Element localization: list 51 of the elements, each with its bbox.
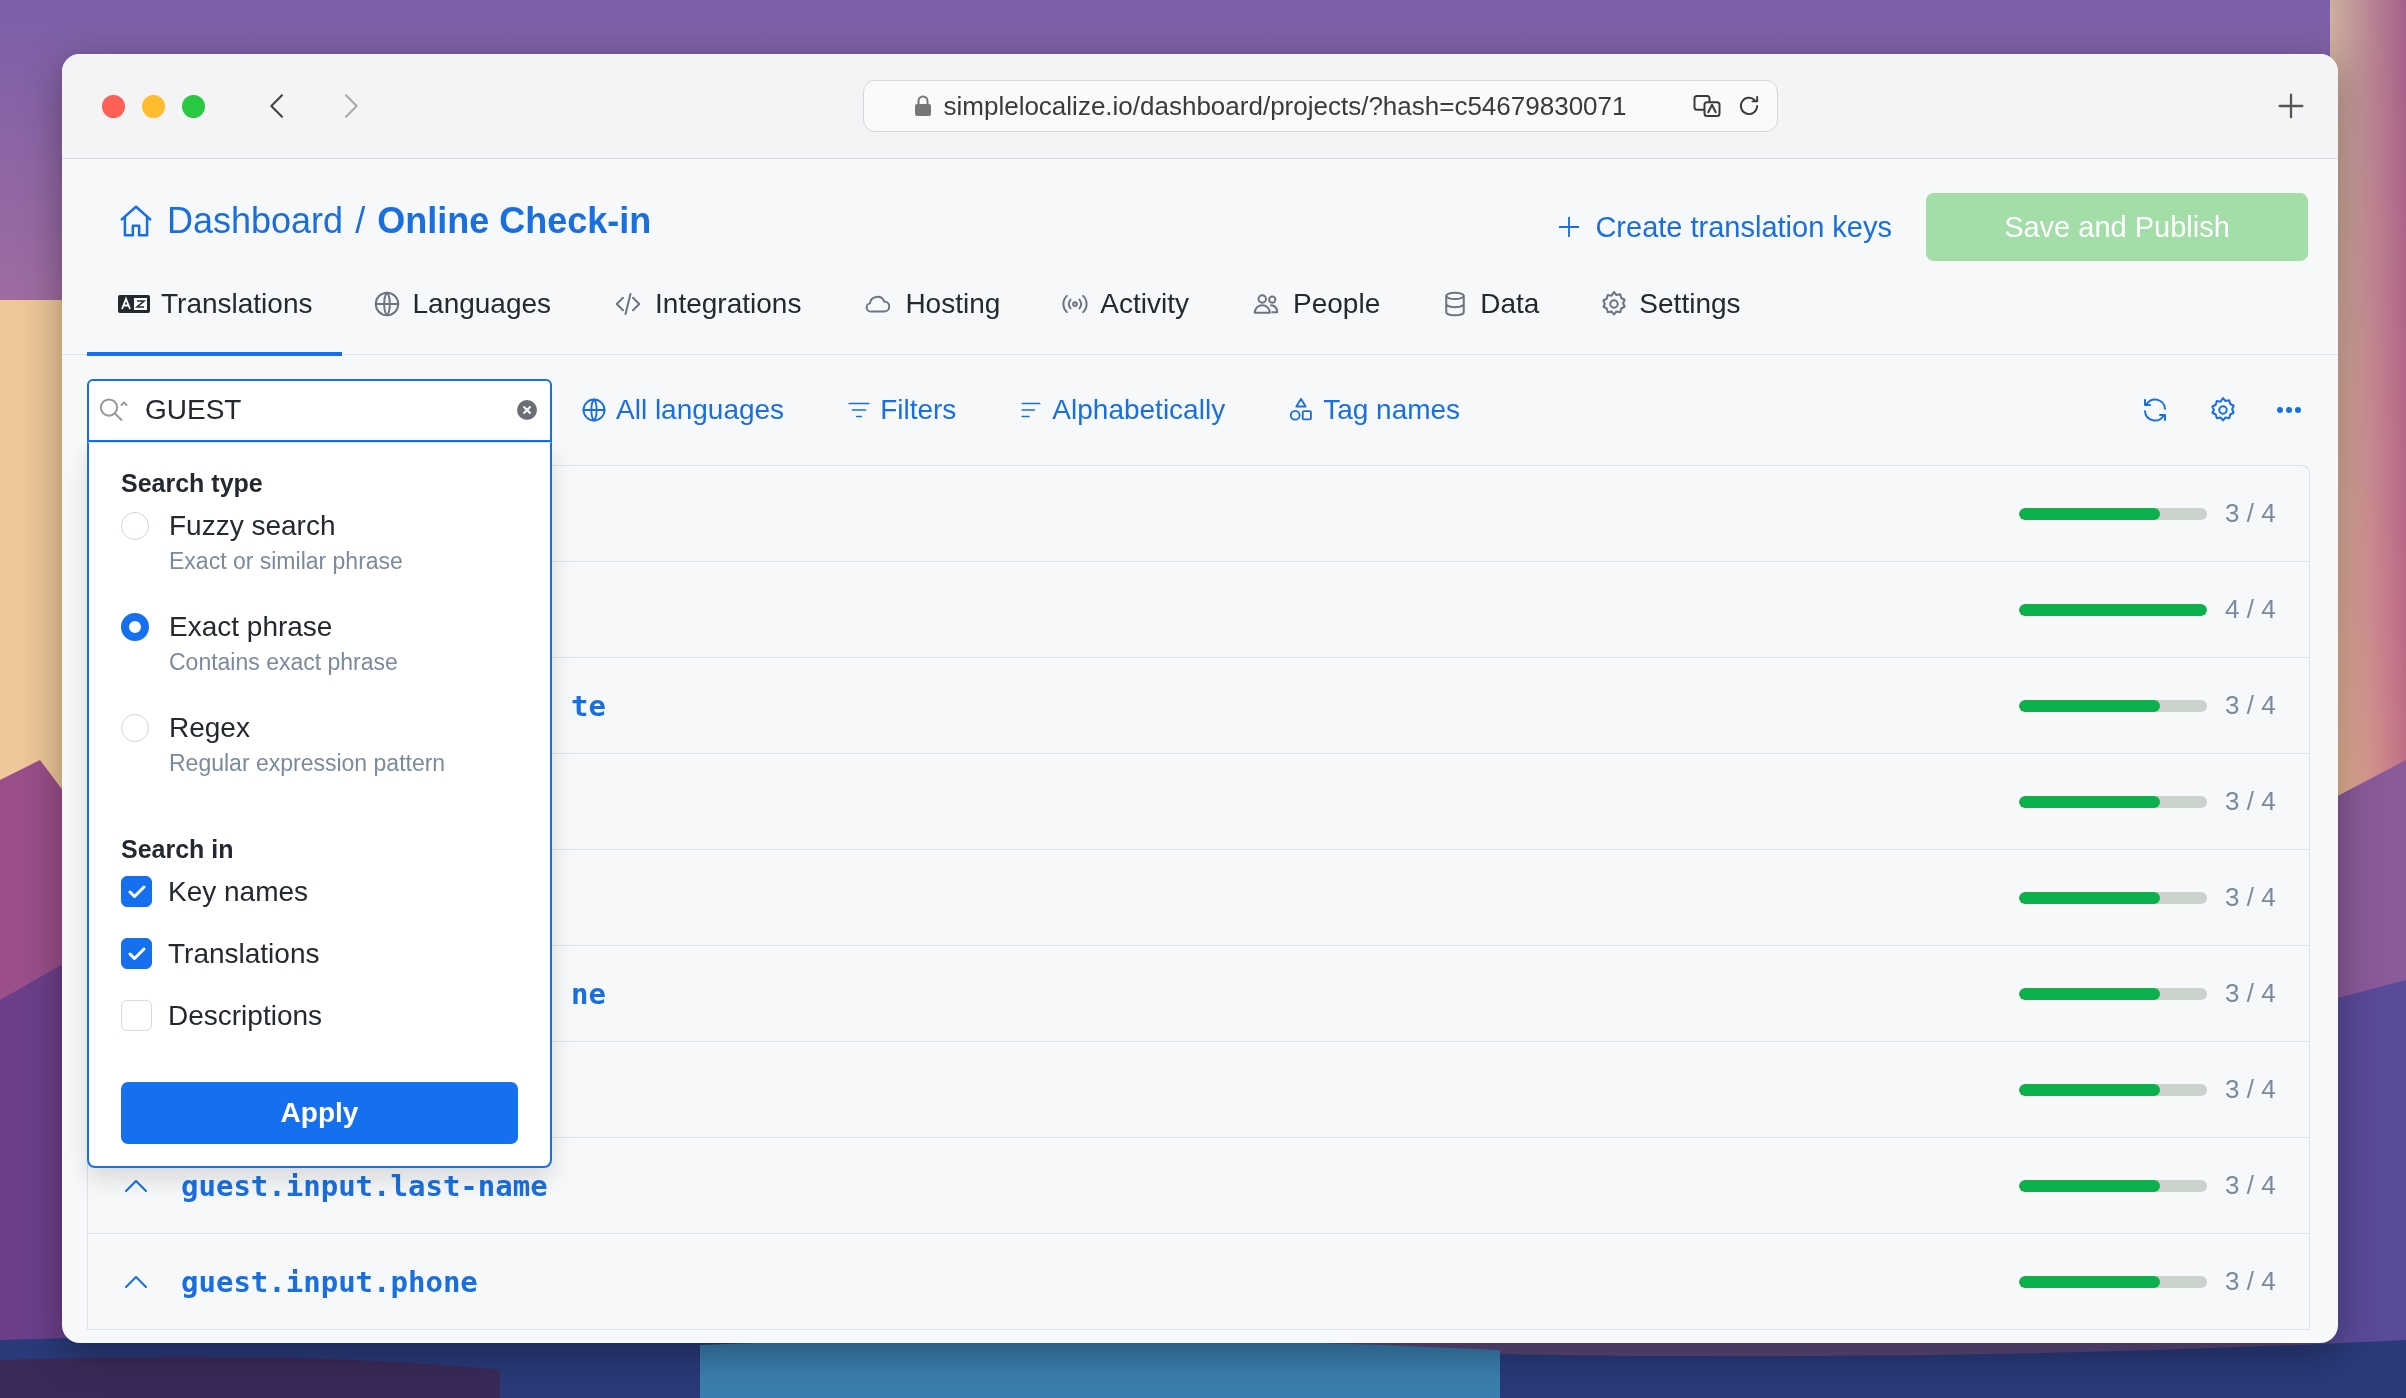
project-title: Online Check-in — [377, 200, 652, 242]
globe-icon — [580, 396, 608, 424]
search-type-option[interactable]: Regex Regular expression pattern — [121, 711, 518, 777]
lock-icon — [913, 95, 932, 117]
toolbar-link[interactable]: Filters — [846, 394, 957, 426]
search-in-option[interactable]: Translations — [121, 937, 518, 970]
search-in-option[interactable]: Key names — [121, 875, 518, 908]
progress-count: 3 / 4 — [2225, 690, 2277, 721]
key-name[interactable]: ne — [571, 976, 606, 1011]
progress-count: 3 / 4 — [2225, 498, 2277, 529]
clear-icon[interactable] — [516, 398, 538, 421]
breadcrumb-separator: / — [355, 200, 366, 242]
tab[interactable]: Settings — [1569, 251, 1771, 356]
toolbar-link[interactable]: Alphabetically — [1018, 394, 1226, 426]
search-type-option[interactable]: Exact phrase Contains exact phrase — [121, 610, 518, 676]
section-title: Search type — [121, 468, 264, 498]
section-title: Search in — [121, 834, 235, 864]
address-bar[interactable]: simplelocalize.io/dashboard/projects/?hash=c54679830071 — [862, 80, 1778, 132]
checkbox[interactable] — [121, 938, 152, 969]
close-button[interactable] — [102, 94, 125, 118]
key-name[interactable]: guest.input.last-name — [181, 1168, 548, 1203]
search-type-option[interactable]: Fuzzy search Exact or similar phrase — [121, 509, 518, 575]
tab[interactable]: Languages — [342, 251, 582, 356]
tab[interactable]: Translations — [87, 251, 343, 356]
progress-count: 3 / 4 — [2225, 786, 2277, 817]
breadcrumb-link[interactable]: Dashboard — [167, 200, 344, 242]
progress-count: 3 / 4 — [2225, 1170, 2277, 1201]
toolbar-link[interactable]: Tag names — [1287, 394, 1461, 426]
search-in-option[interactable]: Descriptions — [121, 999, 518, 1032]
radio-button[interactable] — [121, 612, 149, 641]
checkmark-icon — [127, 946, 146, 961]
search-field[interactable]: GUEST — [87, 378, 552, 442]
checkbox[interactable] — [121, 876, 152, 907]
tab[interactable]: Activity — [1030, 251, 1219, 356]
checkmark-icon — [127, 884, 146, 899]
progress-count: 4 / 4 — [2225, 594, 2277, 625]
tab[interactable]: Integrations — [581, 251, 832, 356]
url-text: simplelocalize.io/dashboard/projects/?hash=c54679830071 — [943, 90, 1628, 122]
apply-button[interactable]: Apply — [121, 1081, 518, 1144]
progress-count: 3 / 4 — [2225, 882, 2277, 913]
toolbar-link[interactable]: All languages — [580, 394, 785, 426]
tab[interactable]: Data — [1410, 251, 1570, 356]
tab[interactable]: People — [1219, 251, 1411, 356]
progress-count: 3 / 4 — [2225, 1074, 2277, 1105]
key-name[interactable]: te — [571, 688, 606, 723]
progress-count: 3 / 4 — [2225, 1266, 2277, 1297]
create-keys-button[interactable]: Create translation keys — [1549, 209, 1898, 245]
tab[interactable]: Hosting — [831, 251, 1031, 356]
more-icon — [2276, 406, 2302, 414]
progress-count: 3 / 4 — [2225, 978, 2277, 1009]
key-name[interactable]: guest.input.phone — [181, 1264, 478, 1299]
